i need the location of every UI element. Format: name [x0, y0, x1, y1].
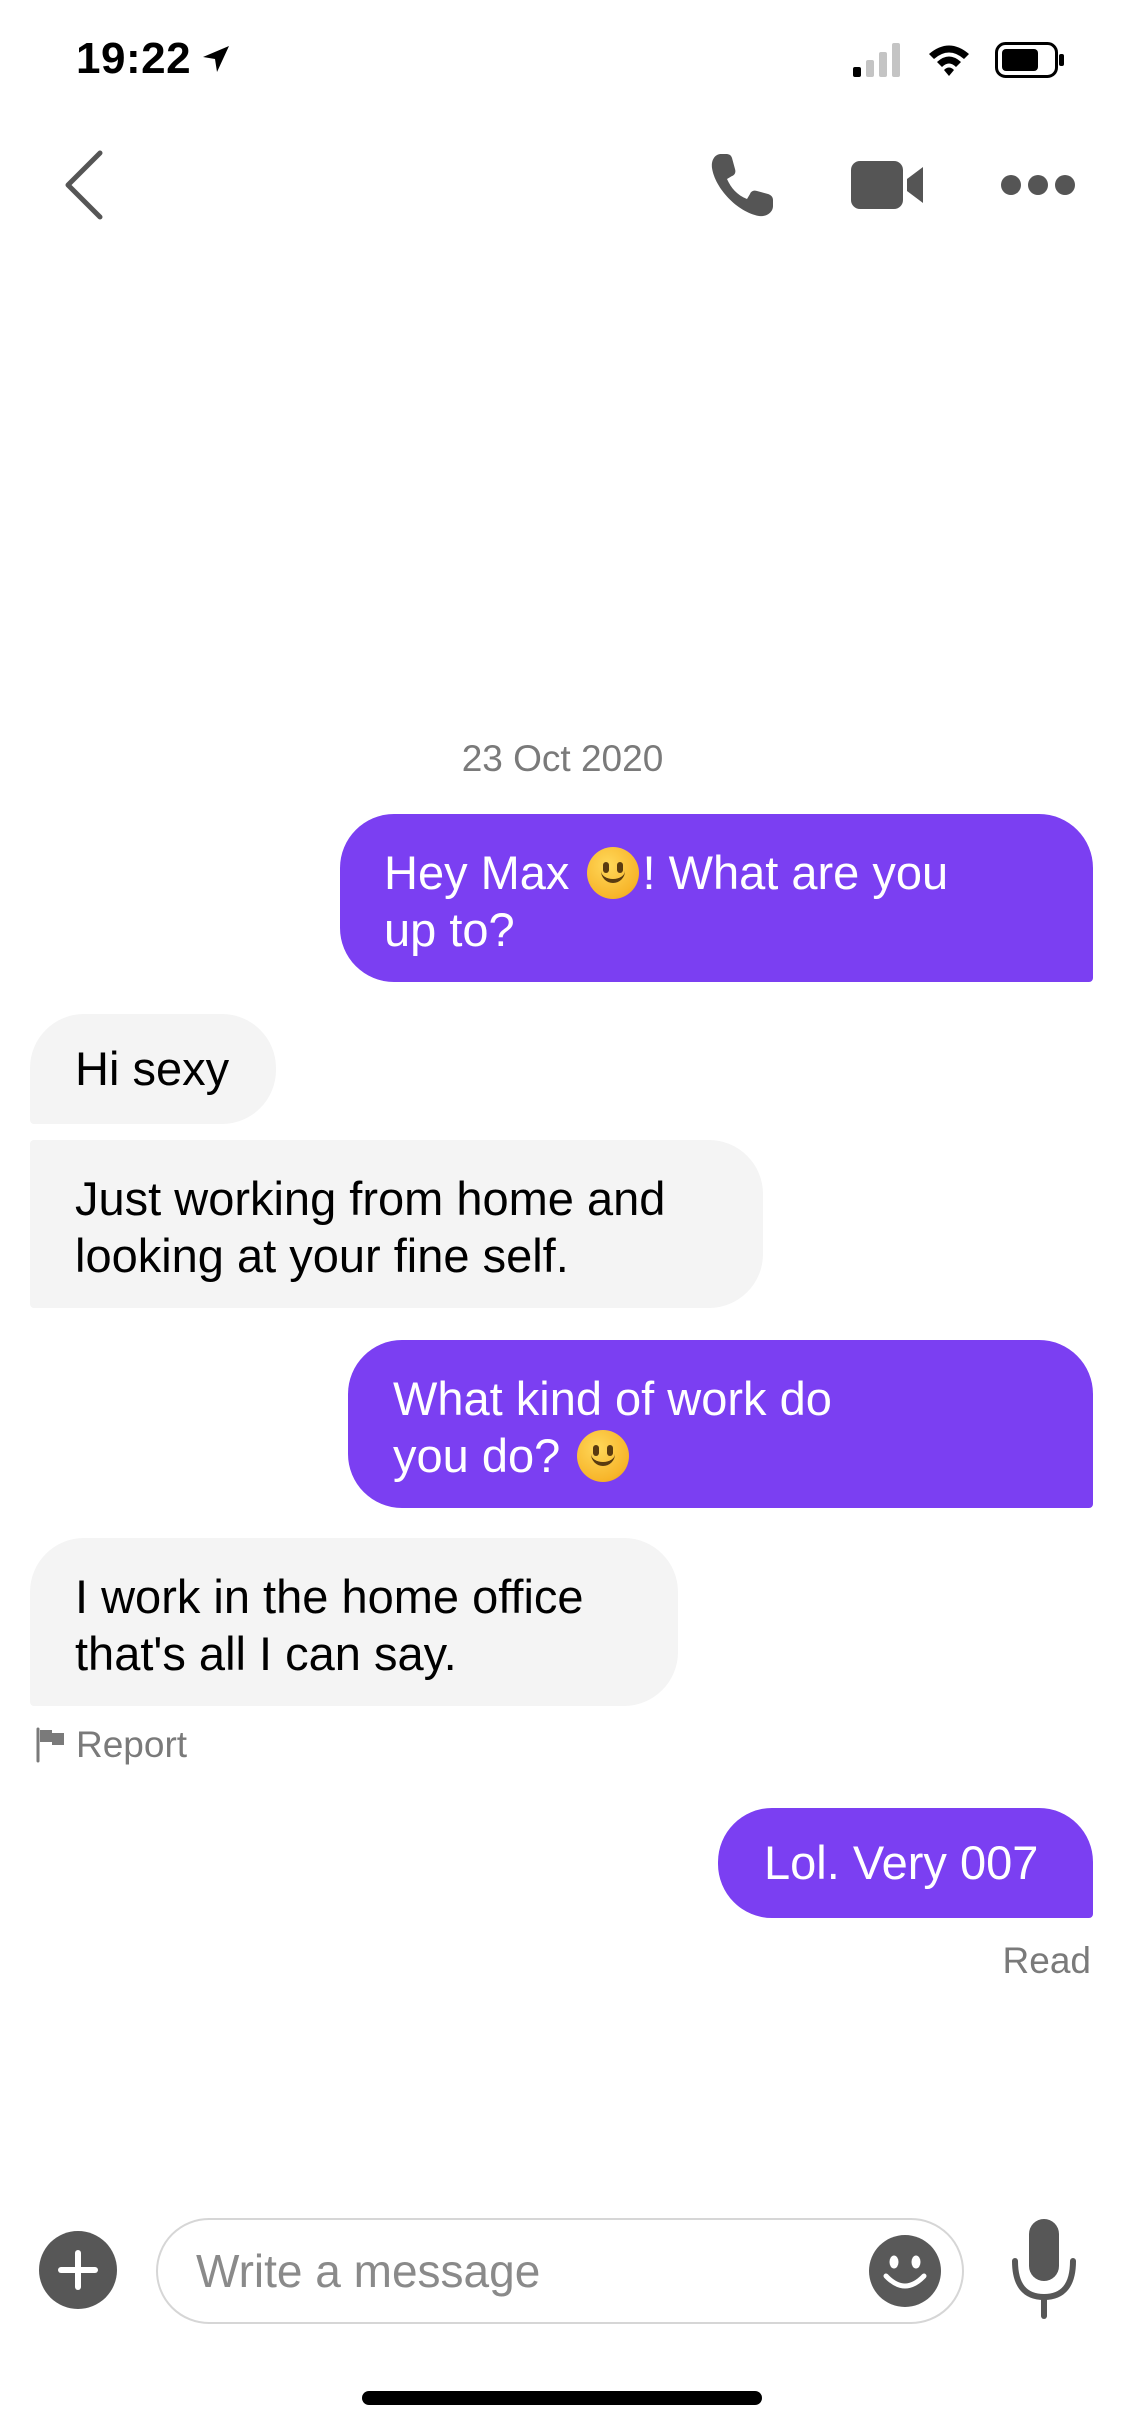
- message-line: Hey Max ! What are you: [384, 846, 949, 899]
- flag-icon: [36, 1727, 64, 1763]
- status-indicators: [853, 42, 1065, 78]
- read-receipt: Read: [1002, 1940, 1091, 1981]
- wifi-icon: [929, 45, 969, 76]
- message-line: you do?: [393, 1427, 1053, 1484]
- voice-message-button[interactable]: [1002, 2214, 1086, 2324]
- back-button[interactable]: [48, 140, 120, 230]
- location-arrow-icon: [203, 46, 230, 72]
- message-text: Hi sexy: [75, 1042, 230, 1095]
- message-bubble-outgoing[interactable]: Hey Max ! What are you up to?: [340, 814, 1093, 982]
- message-bubble-incoming[interactable]: Just working from home and looking at yo…: [30, 1140, 763, 1308]
- message-bubble-incoming[interactable]: Hi sexy: [30, 1014, 276, 1124]
- message-line: What kind of work do: [393, 1372, 832, 1425]
- call-button[interactable]: [702, 145, 782, 225]
- status-time: 19:22: [76, 34, 231, 84]
- smiley-emoji-icon: [577, 1430, 630, 1482]
- message-line: that's all I can say.: [75, 1627, 457, 1680]
- message-line: Just working from home and: [75, 1172, 666, 1225]
- message-line: up to?: [384, 903, 515, 956]
- phone-icon: [711, 154, 773, 217]
- add-attachment-button[interactable]: [36, 2228, 120, 2312]
- report-button[interactable]: Report: [34, 1724, 187, 1766]
- signal-icon: [853, 43, 900, 77]
- message-bubble-outgoing[interactable]: What kind of work do you do?: [348, 1340, 1093, 1508]
- report-label: Report: [76, 1724, 188, 1765]
- smiley-icon: [869, 2235, 941, 2307]
- smiley-emoji-icon: [586, 847, 639, 899]
- microphone-icon: [1012, 2219, 1076, 2319]
- emoji-picker-button[interactable]: [868, 2234, 942, 2308]
- message-input-container[interactable]: [156, 2218, 964, 2324]
- more-dots-icon: [1001, 175, 1075, 195]
- message-text: Lol. Very 007: [764, 1836, 1039, 1889]
- date-separator: 23 Oct 2020: [461, 738, 664, 779]
- message-bubble-incoming[interactable]: I work in the home office that's all I c…: [30, 1538, 678, 1706]
- battery-icon: [995, 42, 1064, 78]
- message-input[interactable]: [194, 2243, 868, 2299]
- message-bubble-outgoing[interactable]: Lol. Very 007: [718, 1808, 1093, 1918]
- message-line: I work in the home office: [75, 1570, 584, 1623]
- home-indicator: [362, 2391, 762, 2405]
- video-call-button[interactable]: [846, 145, 930, 225]
- video-camera-icon: [851, 161, 923, 209]
- more-button[interactable]: [996, 160, 1080, 210]
- plus-circle-icon: [39, 2231, 117, 2309]
- message-line: looking at your fine self.: [75, 1229, 569, 1282]
- chevron-left-icon: [65, 150, 103, 220]
